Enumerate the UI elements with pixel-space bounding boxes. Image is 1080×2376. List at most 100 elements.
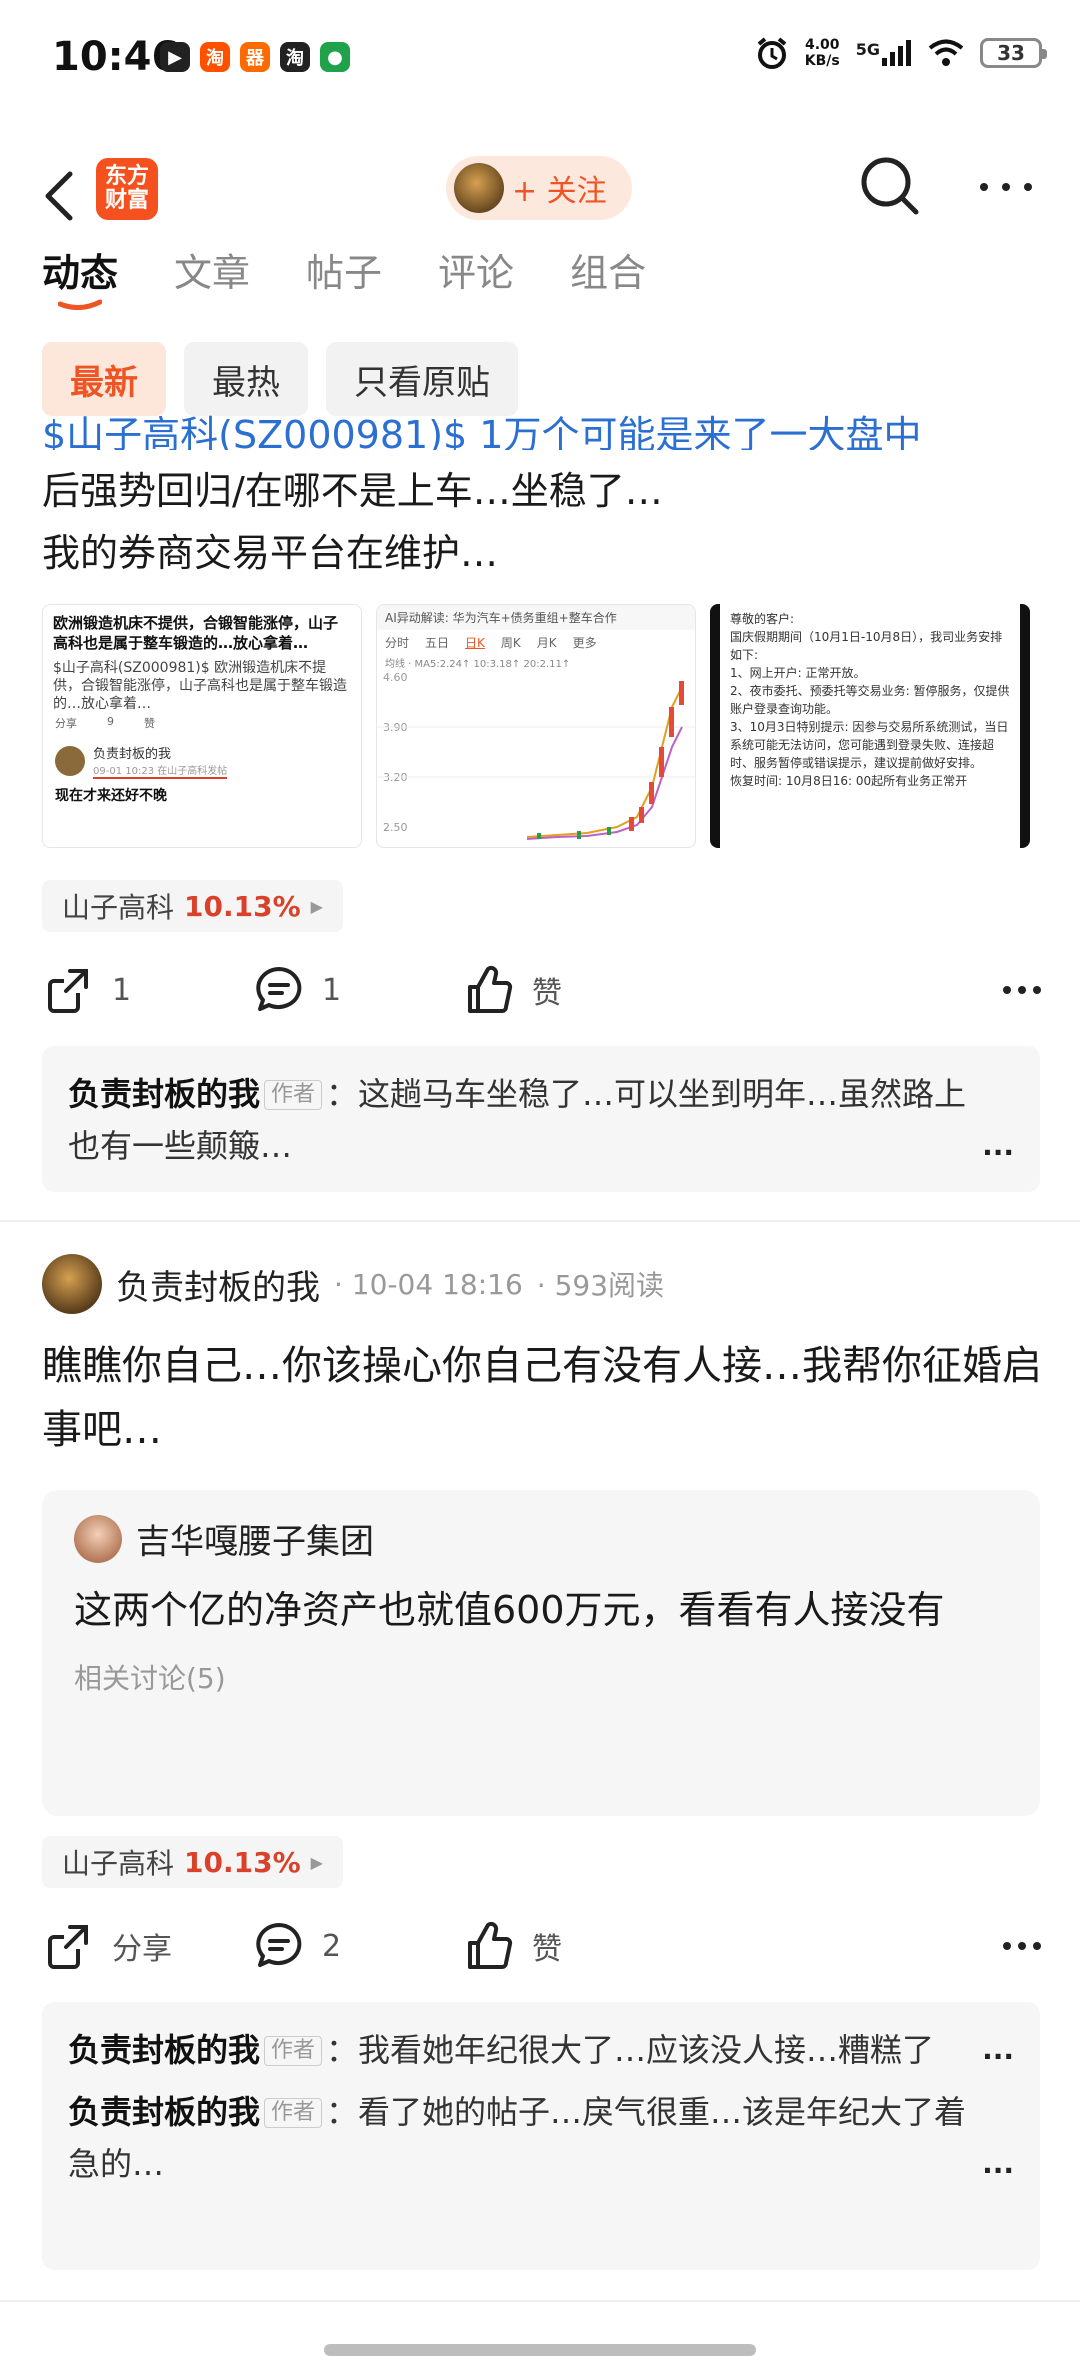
more-icon[interactable]: ... <box>982 1120 1014 1172</box>
post-text[interactable]: 瞧瞧你自己…你该操心你自己有没有人接…我帮你征婚启事吧… <box>42 1334 1042 1462</box>
post-text-line: 我的券商交易平台在维护… <box>42 531 499 575</box>
follow-button[interactable]: + 关注 <box>446 156 632 220</box>
search-icon[interactable] <box>858 154 922 218</box>
share-icon <box>48 1925 88 1969</box>
thumbs-up-icon <box>468 1921 513 1969</box>
stock-name: 山子高科 <box>62 891 175 924</box>
more-icon[interactable] <box>1002 985 1042 995</box>
home-indicator[interactable] <box>324 2344 756 2356</box>
follow-label: + 关注 <box>512 174 607 209</box>
more-icon[interactable]: ... <box>982 2024 1014 2076</box>
comment-button[interactable]: 1 <box>252 963 462 1017</box>
share-label: 分享 <box>112 1932 172 1967</box>
stock-name: 山子高科 <box>62 1847 175 1880</box>
network-type: 5G <box>855 40 880 59</box>
wifi-icon <box>928 39 964 66</box>
comment-preview[interactable]: 负责封板的我 作者 ：这趟马车坐稳了…可以坐到明年…虽然路上也有一些颠簸… ... <box>42 1046 1040 1192</box>
filter-hottest[interactable]: 最热 <box>184 342 308 416</box>
tab-dynamics[interactable]: 动态 <box>42 242 118 310</box>
tab-active-indicator <box>58 299 102 310</box>
comment-author[interactable]: 负责封板的我 <box>68 2031 260 2069</box>
tab-comments[interactable]: 评论 <box>438 242 514 297</box>
status-right: 4.00 KB/s 5G 33 <box>755 36 1047 70</box>
post-images: 欧洲锻造机床不提供，合锻智能涨停，山子高科也是属于整车锻造的…放心拿着… $山子… <box>42 604 1030 848</box>
filter-latest[interactable]: 最新 <box>42 342 166 416</box>
post-header: 负责封板的我 · 10-04 18:16 · 593阅读 <box>42 1254 664 1314</box>
back-icon[interactable] <box>36 156 86 236</box>
post-image-2[interactable]: AI异动解读: 华为汽车+债务重组+整车合作 分时 五日 日K 周K 月K 更多… <box>376 604 696 848</box>
net-speed-value: 4.00 <box>804 37 840 53</box>
chevron-right-icon: ▶ <box>310 896 323 916</box>
post-actions: 分享 2 赞 <box>42 1906 1042 1986</box>
avatar <box>454 163 504 213</box>
chart-tab: 周K <box>500 636 521 650</box>
app-orange-icon: 器 <box>240 42 270 72</box>
thumb-body: $山子高科(SZ000981)$ 欧洲锻造机床不提供，合锻智能涨停，山子高科也是… <box>53 660 347 711</box>
app-logo[interactable]: 东方财富 <box>96 158 158 220</box>
thumb-share: 分享 <box>55 717 77 730</box>
stock-change: 10.13% <box>184 1845 301 1879</box>
post-author[interactable]: 负责封板的我 <box>116 1260 320 1309</box>
tab-label: 帖子 <box>306 251 383 295</box>
comment-button[interactable]: 2 <box>252 1919 462 1973</box>
comment-text: ：我看她年纪很大了…应该没人接…糟糕了 <box>326 2031 935 2069</box>
profile-tabs: 动态 文章 帖子 评论 组合 <box>42 242 646 310</box>
comment-item[interactable]: 负责封板的我 作者 ：这趟马车坐稳了…可以坐到明年…虽然路上也有一些颠簸… ... <box>68 1068 1014 1172</box>
kline-chart: 4.60 3.90 3.20 2.50 <box>377 671 695 840</box>
notice-paper: 尊敬的客户: 国庆假期期间（10月1日-10月8日），我司业务安排如下: 1、网… <box>720 604 1020 848</box>
comment-author[interactable]: 负责封板的我 <box>68 2093 260 2131</box>
post-image-1[interactable]: 欧洲锻造机床不提供，合锻智能涨停，山子高科也是属于整车锻造的…放心拿着… $山子… <box>42 604 362 848</box>
candles <box>629 681 684 831</box>
taobao-icon: 淘 <box>280 42 310 72</box>
like-button[interactable]: 赞 <box>462 963 672 1017</box>
tab-label: 文章 <box>174 251 251 295</box>
like-button[interactable]: 赞 <box>462 1919 672 1973</box>
more-icon[interactable] <box>1002 1941 1042 1951</box>
chart-tab: 更多 <box>572 636 597 650</box>
comment-icon <box>256 1923 302 1967</box>
chart-tab: 五日 <box>425 636 450 650</box>
thumb-footer: 现在才来还好不晚 <box>55 788 167 804</box>
y-label: 2.50 <box>383 821 408 834</box>
stock-tag[interactable]: 山子高科 10.13% ▶ <box>42 1836 343 1888</box>
post-image-3[interactable]: 尊敬的客户: 国庆假期期间（10月1日-10月8日），我司业务安排如下: 1、网… <box>710 604 1030 848</box>
tab-posts[interactable]: 帖子 <box>306 242 382 297</box>
chevron-right-icon: ▶ <box>310 1852 323 1872</box>
net-speed-unit: KB/s <box>804 53 840 69</box>
stock-tag[interactable]: 山子高科 10.13% ▶ <box>42 880 343 932</box>
chart-tab: 分时 <box>385 636 410 650</box>
thumb-like: 赞 <box>144 717 155 730</box>
post-text-cut: $山子高科(SZ000981)$ 1万个可能是来了一大盘中 <box>42 413 922 450</box>
share-button[interactable]: 1 <box>42 963 252 1017</box>
stock-change: 10.13% <box>184 889 301 923</box>
more-icon[interactable] <box>976 172 1036 202</box>
battery-icon: 33 <box>980 38 1047 68</box>
avatar[interactable] <box>42 1254 102 1314</box>
post-text: 后强势回归/在哪不是上车…坐稳了… 我的券商交易平台在维护… <box>42 460 1042 584</box>
divider <box>0 1220 1080 1222</box>
taobao-special-icon: 淘 <box>200 42 230 72</box>
quoted-author[interactable]: 吉华嘎腰子集团 <box>136 1514 374 1563</box>
tab-articles[interactable]: 文章 <box>174 242 250 297</box>
notice-line: 国庆假期期间（10月1日-10月8日），我司业务安排如下: <box>730 630 1003 662</box>
share-button[interactable]: 分享 <box>42 1919 252 1973</box>
quoted-post[interactable]: 吉华嘎腰子集团 这两个亿的净资产也就值600万元，看看有人接没有 相关讨论(5) <box>42 1490 1040 1816</box>
tab-portfolio[interactable]: 组合 <box>570 242 646 297</box>
comment-item[interactable]: 负责封板的我 作者 ：看了她的帖子…戾气很重…该是年纪大了着急的… ... <box>68 2086 1014 2190</box>
comment-author[interactable]: 负责封板的我 <box>68 1075 260 1113</box>
thumb-comments: 9 <box>107 715 114 728</box>
post-text-line: 后强势回归/在哪不是上车…坐稳了… <box>42 469 663 513</box>
filter-original-only[interactable]: 只看原贴 <box>326 342 518 416</box>
post-actions: 1 1 赞 <box>42 950 1042 1030</box>
more-icon[interactable]: ... <box>982 2138 1014 2190</box>
tab-label: 组合 <box>570 251 647 295</box>
like-label: 赞 <box>532 976 562 1011</box>
comment-item[interactable]: 负责封板的我 作者 ：我看她年纪很大了…应该没人接…糟糕了 ... <box>68 2024 1014 2076</box>
comment-preview[interactable]: 负责封板的我 作者 ：我看她年纪很大了…应该没人接…糟糕了 ... 负责封板的我 作者… <box>42 2002 1040 2270</box>
thumb-header: AI异动解读: 华为汽车+债务重组+整车合作 <box>377 605 695 630</box>
thumb-author-name: 负责封板的我 <box>93 747 172 762</box>
author-badge: 作者 <box>264 1080 323 1110</box>
related-discussion-link[interactable]: 相关讨论(5) <box>74 1657 1008 1697</box>
comment-icon <box>256 967 302 1011</box>
play-icon: ▶ <box>160 42 190 72</box>
